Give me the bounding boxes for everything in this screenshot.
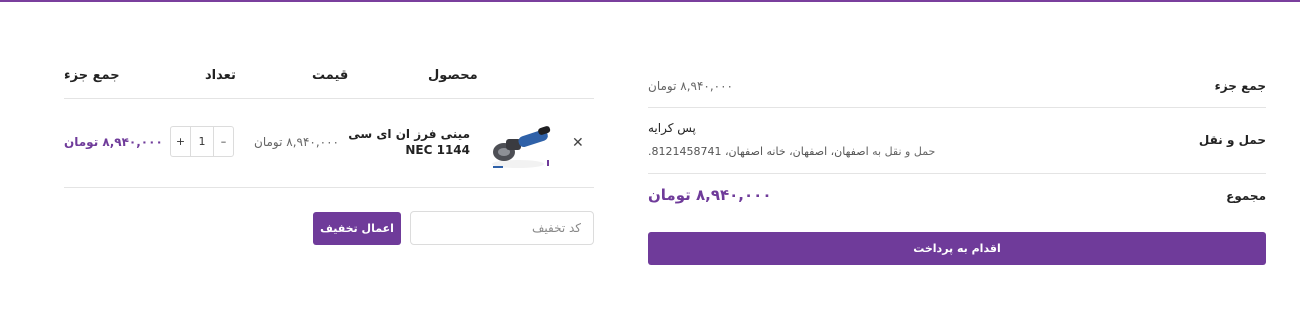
total-value: ۸,۹۴۰,۰۰۰ تومان (648, 186, 772, 204)
product-thumbnail[interactable] (488, 122, 552, 172)
item-subtotal: ۸,۹۴۰,۰۰۰ تومان (64, 135, 163, 149)
subtotal-value: ۸,۹۴۰,۰۰۰ تومان (648, 79, 733, 93)
column-header-subtotal: جمع جزء (64, 68, 120, 83)
total-label: مجموع (1226, 189, 1266, 203)
remove-item-button[interactable]: ✕ (572, 136, 584, 150)
coupon-input[interactable] (410, 211, 594, 245)
quantity-increase-button[interactable]: + (171, 127, 191, 156)
divider (648, 107, 1266, 108)
divider (64, 98, 594, 99)
cart-totals: جمع جزء ۸,۹۴۰,۰۰۰ تومان حمل و نقل پس کرا… (648, 60, 1266, 300)
quantity-input[interactable]: 1 (191, 127, 213, 156)
shipping-destination: حمل و نقل به اصفهان، اصفهان، خانه اصفهان… (648, 145, 935, 158)
divider (648, 173, 1266, 174)
apply-coupon-button[interactable]: اعمال تخفیف (313, 212, 401, 245)
shipping-method: پس کرایه (648, 121, 696, 135)
close-icon: ✕ (572, 135, 584, 151)
product-name-link[interactable]: مینی فرز ان ای سی NEC 1144 (336, 126, 470, 158)
quantity-stepper: + 1 – (170, 126, 234, 157)
cart-table: جمع جزء تعداد قیمت محصول ۸,۹۴۰,۰۰۰ تومان… (64, 60, 594, 320)
shipping-destination-prefix: حمل و نقل به (872, 145, 936, 158)
shipping-label: حمل و نقل (1198, 133, 1266, 147)
column-header-price: قیمت (312, 68, 349, 83)
subtotal-label: جمع جزء (1214, 79, 1266, 93)
quantity-decrease-button[interactable]: – (213, 127, 233, 156)
item-price: ۸,۹۴۰,۰۰۰ تومان (254, 135, 339, 149)
divider (64, 187, 594, 188)
proceed-to-checkout-button[interactable]: اقدام به پرداخت (648, 232, 1266, 265)
top-accent-line (0, 0, 1300, 2)
shipping-destination-address: اصفهان، اصفهان، خانه اصفهان، 8121458741. (648, 145, 869, 158)
column-header-product: محصول (428, 68, 478, 83)
column-header-quantity: تعداد (205, 68, 236, 83)
